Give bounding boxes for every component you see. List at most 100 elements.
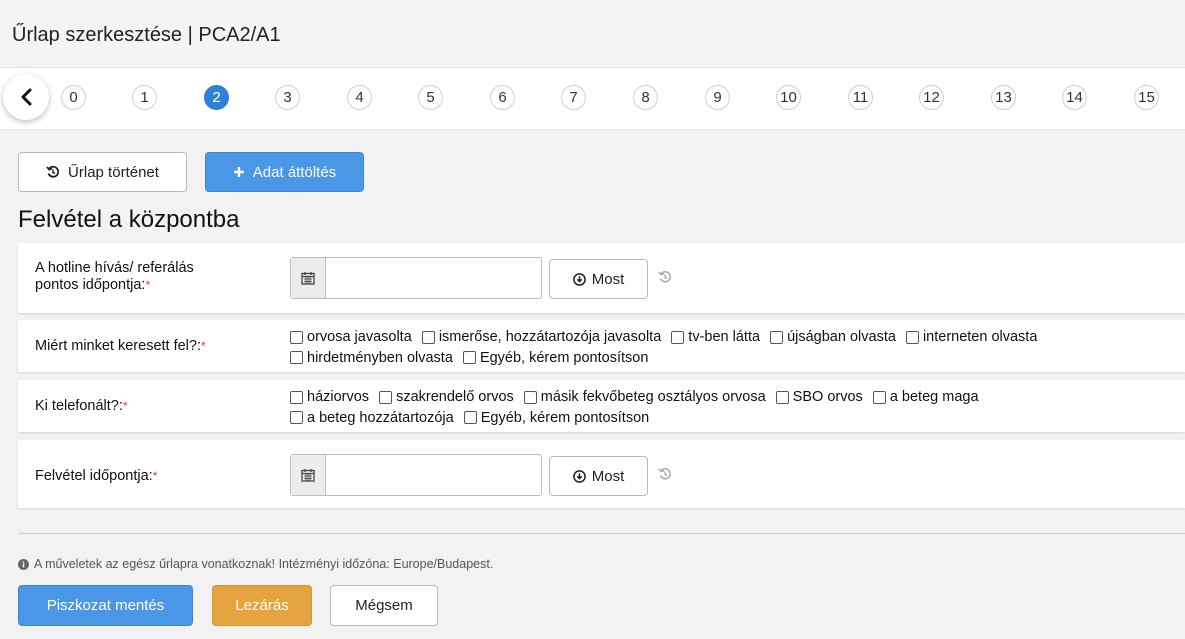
hotline-date-group: [290, 257, 542, 299]
step-7[interactable]: 7: [561, 85, 586, 110]
who-option-other[interactable]: Egyéb, kérem pontosítson: [463, 409, 650, 427]
step-5[interactable]: 5: [418, 85, 443, 110]
step-3[interactable]: 3: [275, 85, 300, 110]
arrow-circle-down-icon: [572, 469, 586, 483]
chevron-left-icon: [21, 88, 32, 106]
who-option-relative[interactable]: a beteg hozzátartozója: [290, 409, 454, 427]
calendar-icon: [301, 272, 315, 285]
checkbox[interactable]: [290, 390, 303, 404]
who-option-sbo[interactable]: SBO orvos: [775, 388, 863, 406]
section-title: Felvétel a központba: [18, 206, 240, 233]
calendar-icon: [301, 469, 315, 482]
admission-now-label: Most: [591, 467, 625, 485]
who-option-specialist[interactable]: szakrendelő orvos: [379, 388, 514, 406]
arrow-circle-down-icon: [572, 272, 586, 286]
form-editor-window: Űrlap szerkesztése | PCA2/A1 0 1 2 3 4 5…: [0, 0, 1185, 639]
calendar-button[interactable]: [291, 258, 326, 298]
why-option-internet[interactable]: interneten olvasta: [905, 328, 1038, 346]
why-option-acquaintance[interactable]: ismerőse, hozzátartozója javasolta: [421, 328, 661, 346]
field-history-icon[interactable]: [658, 270, 672, 284]
why-option-doctor[interactable]: orvosa javasolta: [290, 328, 412, 346]
option-label: a beteg hozzátartozója: [307, 409, 454, 426]
checkbox[interactable]: [775, 390, 789, 404]
why-option-advert[interactable]: hirdetményben olvasta: [290, 349, 453, 367]
plus-icon: [233, 167, 244, 177]
who-option-inpatient-doctor[interactable]: másik fekvőbeteg osztályos orvosa: [523, 388, 766, 406]
cancel-label: Mégsem: [355, 597, 413, 614]
required-mark: *: [152, 469, 158, 483]
checkbox[interactable]: [290, 411, 303, 424]
back-button[interactable]: [3, 74, 49, 120]
step-13[interactable]: 13: [991, 85, 1016, 110]
footer-divider: [18, 533, 1185, 534]
save-draft-label: Piszkozat mentés: [46, 597, 165, 614]
option-label: szakrendelő orvos: [396, 389, 514, 405]
who-called-options: háziorvos szakrendelő orvos másik fekvőb…: [290, 388, 1180, 429]
hotline-now-button[interactable]: Most: [549, 259, 648, 299]
option-label: Egyéb, kérem pontosítson: [480, 409, 650, 426]
admission-now-button[interactable]: Most: [549, 456, 648, 496]
step-9[interactable]: 9: [705, 85, 730, 110]
checkbox[interactable]: [872, 390, 886, 404]
step-8[interactable]: 8: [633, 85, 658, 110]
history-icon: [46, 165, 60, 178]
step-12[interactable]: 12: [919, 85, 944, 110]
save-draft-button[interactable]: Piszkozat mentés: [18, 585, 193, 626]
who-option-gp[interactable]: háziorvos: [290, 388, 369, 406]
who-called-label: Ki telefonált?:*: [35, 398, 128, 415]
footer-info: A műveletek az egész űrlapra vonatkoznak…: [18, 557, 493, 571]
why-option-newspaper[interactable]: újságban olvasta: [770, 328, 896, 346]
close-form-button[interactable]: Lezárás: [212, 585, 312, 626]
required-mark: *: [145, 278, 151, 292]
option-label: interneten olvasta: [922, 329, 1038, 345]
step-1[interactable]: 1: [132, 85, 157, 110]
step-4[interactable]: 4: [347, 85, 372, 110]
option-label: másik fekvőbeteg osztályos orvosa: [540, 389, 766, 405]
step-6[interactable]: 6: [490, 85, 515, 110]
why-contact-label-text: Miért minket keresett fel?:: [35, 338, 201, 354]
who-option-patient[interactable]: a beteg maga: [872, 388, 979, 406]
admission-date-input[interactable]: [326, 455, 541, 495]
checkbox[interactable]: [770, 330, 784, 344]
step-14[interactable]: 14: [1062, 85, 1087, 110]
field-history-icon[interactable]: [658, 467, 672, 481]
checkbox[interactable]: [463, 411, 477, 424]
step-10[interactable]: 10: [776, 85, 801, 110]
hotline-time-label: A hotline hívás/ referálás pontos időpon…: [35, 260, 194, 294]
option-label: hirdetményben olvasta: [307, 349, 453, 366]
why-option-other[interactable]: Egyéb, kérem pontosítson: [462, 349, 649, 367]
hotline-date-input[interactable]: [326, 258, 541, 298]
hotline-label-line2: pontos időpontja:: [35, 277, 146, 293]
step-2[interactable]: 2: [204, 85, 229, 110]
data-transfer-label: Adat áttöltés: [252, 163, 337, 181]
option-label: orvosa javasolta: [307, 329, 412, 345]
checkbox[interactable]: [379, 390, 393, 404]
checkbox[interactable]: [290, 330, 303, 344]
admission-time-label-text: Felvétel időpontja:: [35, 468, 153, 484]
calendar-button[interactable]: [291, 455, 326, 495]
checkbox[interactable]: [905, 330, 919, 344]
option-label: Egyéb, kérem pontosítson: [479, 349, 649, 366]
hotline-label-line1: A hotline hívás/ referálás: [35, 260, 194, 276]
checkbox[interactable]: [671, 330, 685, 344]
checkbox[interactable]: [421, 330, 435, 344]
option-label: SBO orvos: [792, 389, 863, 405]
step-0[interactable]: 0: [61, 85, 86, 110]
admission-time-row: Felvétel időpontja:* Most: [18, 440, 1185, 508]
form-history-button[interactable]: Űrlap történet: [18, 152, 187, 192]
checkbox[interactable]: [523, 390, 537, 404]
why-contact-row: Miért minket keresett fel?:* orvosa java…: [18, 320, 1185, 372]
checkbox[interactable]: [290, 351, 303, 364]
cancel-button[interactable]: Mégsem: [330, 585, 438, 626]
data-transfer-button[interactable]: Adat áttöltés: [205, 152, 364, 192]
step-15[interactable]: 15: [1134, 85, 1159, 110]
step-11[interactable]: 11: [848, 85, 873, 110]
page-title: Űrlap szerkesztése | PCA2/A1: [12, 24, 281, 46]
title-bar: Űrlap szerkesztése | PCA2/A1: [0, 0, 1185, 68]
step-navigation: 0 1 2 3 4 5 6 7 8 9 10 11 12 13 14 15: [0, 68, 1185, 130]
who-called-row: Ki telefonált?:* háziorvos szakrendelő o…: [18, 380, 1185, 432]
footer-info-text: A műveletek az egész űrlapra vonatkoznak…: [34, 557, 494, 571]
info-icon: [18, 558, 29, 570]
checkbox[interactable]: [462, 351, 476, 364]
why-option-tv[interactable]: tv-ben látta: [671, 328, 760, 346]
